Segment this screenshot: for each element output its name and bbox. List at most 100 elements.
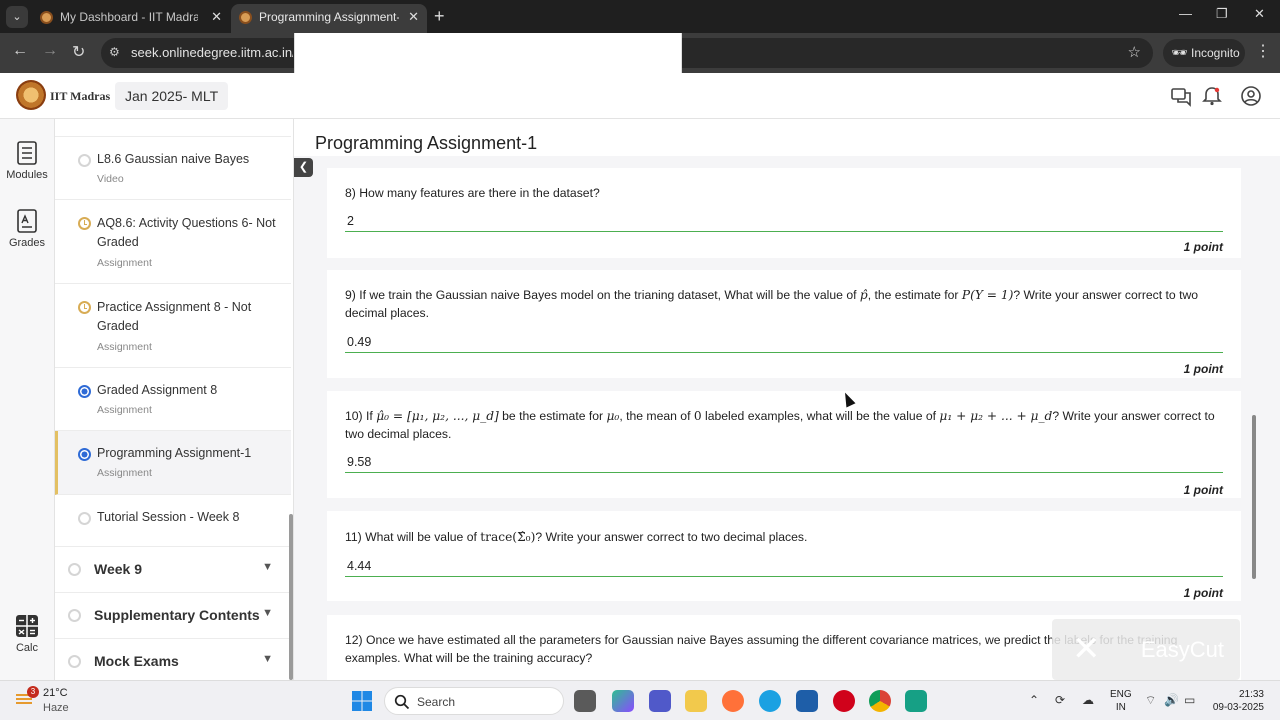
easycut-watermark: ✕ EasyCut bbox=[1052, 619, 1240, 680]
chrome-icon[interactable] bbox=[869, 690, 891, 712]
firefox-icon[interactable] bbox=[722, 690, 744, 712]
back-arrow-icon[interactable]: ← bbox=[12, 42, 28, 60]
reload-icon[interactable]: ↻ bbox=[72, 42, 85, 62]
system-clock[interactable]: 21:33 09-03-2025 bbox=[1208, 688, 1264, 714]
answer-input[interactable] bbox=[345, 335, 1223, 349]
tab-close-icon[interactable]: ✕ bbox=[408, 4, 419, 30]
weather-temperature[interactable]: 21°C bbox=[43, 687, 68, 699]
sidebar-scrollbar[interactable] bbox=[289, 514, 293, 680]
incognito-indicator[interactable]: 🕶 Incognito bbox=[1163, 39, 1245, 67]
copilot-icon[interactable] bbox=[612, 690, 634, 712]
sidebar-item-practice-assignment-8[interactable]: Practice Assignment 8 - Not Graded Assig… bbox=[55, 284, 291, 368]
new-tab-icon[interactable]: + bbox=[434, 6, 445, 26]
bell-icon[interactable] bbox=[1201, 85, 1223, 107]
sidebar-item-graded-assignment-8[interactable]: Graded Assignment 8 Assignment bbox=[55, 368, 291, 431]
week-section-supplementary[interactable]: Supplementary Contents ▼ bbox=[55, 592, 291, 637]
week-section-mock-exams[interactable]: Mock Exams ▼ bbox=[55, 638, 291, 680]
sidebar-item-aq8-6[interactable]: AQ8.6: Activity Questions 6- Not Graded … bbox=[55, 200, 291, 284]
clock-time: 21:33 bbox=[1238, 689, 1264, 700]
network-status-icon[interactable]: ☁ bbox=[1082, 693, 1094, 707]
weather-badge: 3 bbox=[27, 686, 39, 698]
question-number: 12) bbox=[345, 633, 363, 647]
collapse-sidebar-chevron-left-icon[interactable]: ❮ bbox=[294, 158, 313, 177]
chevron-down-icon[interactable]: ▼ bbox=[262, 607, 273, 619]
tab-search-dropdown-icon[interactable]: ⌄ bbox=[6, 6, 28, 28]
sidebar-item-type: Assignment bbox=[97, 257, 152, 269]
chevron-down-icon[interactable]: ▼ bbox=[262, 653, 273, 665]
status-pending-clock-icon bbox=[78, 301, 91, 314]
browser-tab-dashboard[interactable]: My Dashboard - IIT Madras Onl ✕ bbox=[32, 4, 230, 33]
rail-modules-label: Modules bbox=[6, 169, 48, 181]
rail-calc[interactable]: Calc bbox=[0, 614, 54, 654]
main-scrollbar[interactable] bbox=[1252, 415, 1256, 579]
answer-input[interactable] bbox=[345, 559, 1223, 573]
screen-recorder-icon[interactable] bbox=[905, 690, 927, 712]
battery-icon[interactable]: ▭ bbox=[1184, 693, 1195, 707]
sync-icon[interactable]: ⟳ bbox=[1055, 693, 1065, 707]
user-account-icon[interactable] bbox=[1240, 85, 1262, 107]
sidebar-item-type: Video bbox=[97, 173, 124, 185]
sidebar-item-title: AQ8.6: Activity Questions 6- Not Graded bbox=[97, 216, 276, 249]
windows-start-icon[interactable] bbox=[352, 691, 372, 711]
question-text: 10) If μ̂₀ = [μ₁, μ₂, ..., μ_d] be the e… bbox=[345, 407, 1225, 443]
question-number: 10) bbox=[345, 409, 363, 423]
question-body: If we train the Gaussian naive Bayes mod… bbox=[359, 288, 857, 302]
browser-menu-icon[interactable]: ⋮ bbox=[1255, 41, 1271, 61]
maximize-icon[interactable]: ❐ bbox=[1216, 6, 1228, 22]
answer-input[interactable] bbox=[345, 214, 1223, 228]
week-title: Supplementary Contents bbox=[94, 607, 260, 623]
answer-input[interactable] bbox=[345, 455, 1223, 469]
question-body: be the estimate for bbox=[502, 409, 604, 423]
answer-field[interactable] bbox=[345, 212, 1223, 232]
week-section-week-9[interactable]: Week 9 ▼ bbox=[55, 546, 291, 591]
watermark-text: EasyCut bbox=[1140, 637, 1224, 662]
opera-icon[interactable] bbox=[833, 690, 855, 712]
sidebar-item-l8-6[interactable]: L8.6 Gaussian naive Bayes Video bbox=[55, 137, 291, 200]
tray-overflow-chevron-icon[interactable]: ⌃ bbox=[1029, 693, 1039, 707]
week-title: Mock Exams bbox=[94, 653, 179, 669]
wifi-icon[interactable]: ⌔ bbox=[1145, 693, 1156, 708]
tab-title: My Dashboard - IIT Madras Onl bbox=[60, 10, 198, 24]
site-info-icon[interactable]: ⚙ bbox=[109, 45, 120, 59]
window-close-icon[interactable]: ✕ bbox=[1254, 6, 1265, 22]
browser-tab-assignment[interactable]: Programming Assignment-1 :: I ✕ bbox=[231, 4, 427, 33]
chevron-down-icon[interactable]: ▼ bbox=[262, 561, 273, 573]
answer-field[interactable] bbox=[345, 557, 1223, 577]
language-indicator[interactable]: ENG IN bbox=[1110, 688, 1132, 714]
question-body: labeled examples, what will be the value… bbox=[705, 409, 937, 423]
logo-text[interactable]: IIT Madras bbox=[50, 89, 110, 104]
taskbar-search[interactable]: Search bbox=[384, 687, 564, 715]
sidebar-item-type: Assignment bbox=[97, 341, 152, 353]
windows-taskbar: 3 21°C Haze Search ⌃ ⟳ ☁ ENG IN ⌔ 🔊 ▭ 21… bbox=[0, 680, 1280, 720]
answer-field[interactable] bbox=[345, 333, 1223, 353]
question-body: If bbox=[366, 409, 373, 423]
weather-condition[interactable]: Haze bbox=[43, 702, 69, 714]
bookmark-star-icon[interactable]: ☆ bbox=[1128, 43, 1141, 61]
answer-field[interactable] bbox=[345, 453, 1223, 473]
question-body: What will be value of bbox=[365, 530, 477, 544]
sidebar-item-programming-assignment-1[interactable]: Programming Assignment-1 Assignment bbox=[55, 431, 291, 495]
status-in-progress-icon bbox=[78, 385, 91, 398]
file-explorer-icon[interactable] bbox=[685, 690, 707, 712]
sidebar-item-tutorial-week-8[interactable]: Tutorial Session - Week 8 bbox=[55, 495, 291, 544]
forward-arrow-icon[interactable]: → bbox=[42, 42, 58, 60]
rail-grades[interactable]: Grades bbox=[0, 209, 54, 249]
microsoft-store-icon[interactable] bbox=[796, 690, 818, 712]
rail-modules[interactable]: Modules bbox=[0, 141, 54, 181]
status-not-started-icon bbox=[68, 609, 81, 622]
sidebar-item-previous[interactable] bbox=[55, 119, 291, 137]
teams-icon[interactable] bbox=[649, 690, 671, 712]
minimize-icon[interactable]: — bbox=[1179, 6, 1192, 21]
status-in-progress-icon bbox=[78, 448, 91, 461]
chat-icon[interactable] bbox=[1170, 85, 1192, 107]
sidebar-item-type: Assignment bbox=[97, 404, 152, 416]
sidebar-item-title: Tutorial Session - Week 8 bbox=[97, 510, 240, 524]
volume-icon[interactable]: 🔊 bbox=[1164, 693, 1179, 707]
task-view-icon[interactable] bbox=[574, 690, 596, 712]
edge-icon[interactable] bbox=[759, 690, 781, 712]
status-pending-clock-icon bbox=[78, 217, 91, 230]
question-number: 9) bbox=[345, 288, 356, 302]
tab-title: Programming Assignment-1 :: I bbox=[259, 10, 399, 24]
tab-close-icon[interactable]: ✕ bbox=[211, 4, 222, 30]
iitm-logo-icon[interactable] bbox=[16, 80, 46, 110]
